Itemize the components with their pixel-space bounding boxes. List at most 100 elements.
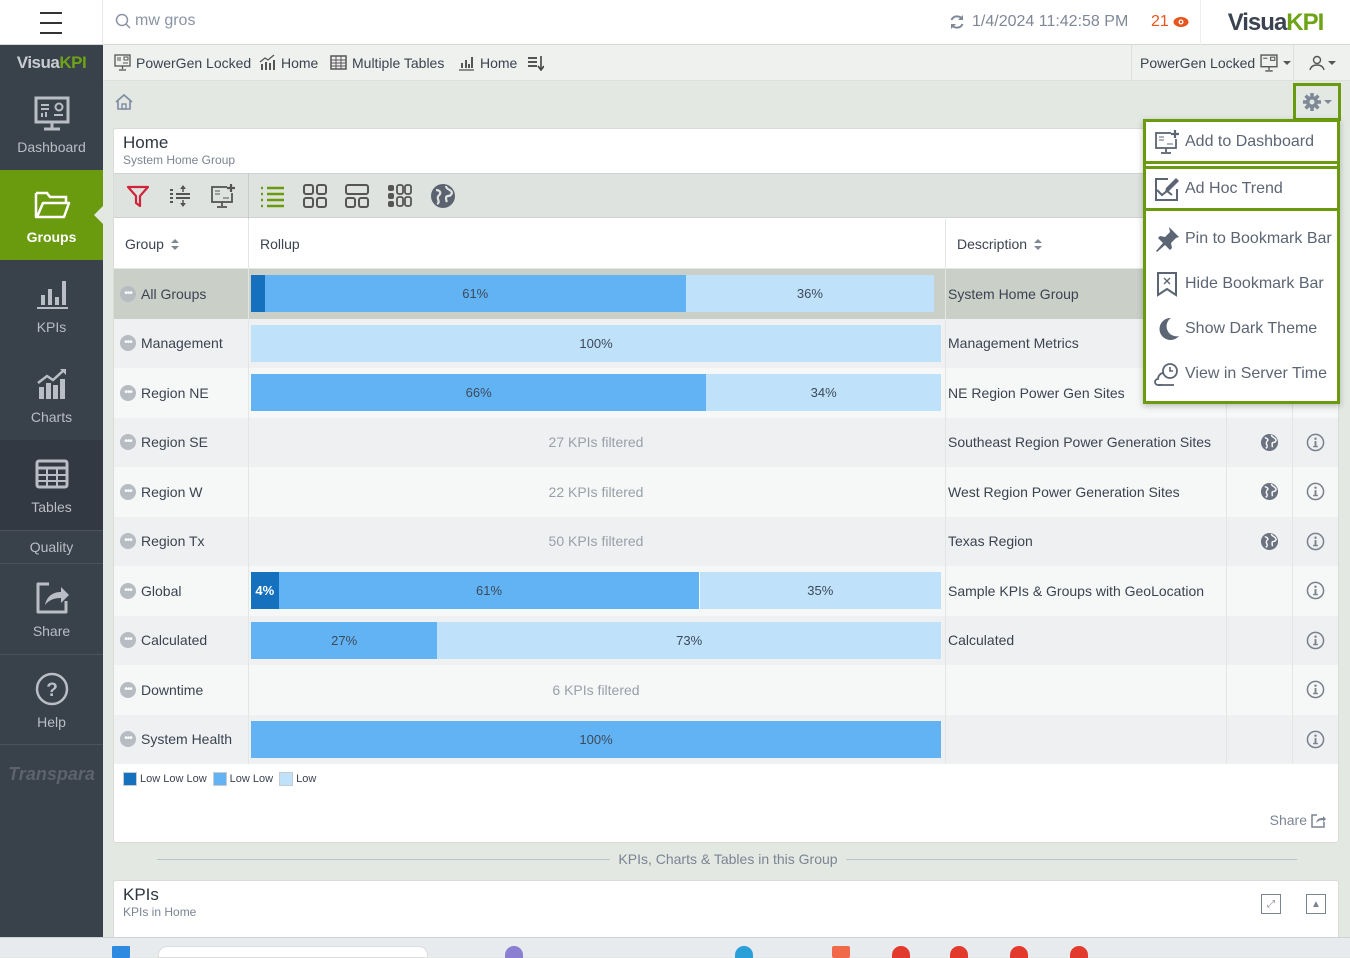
group-cell[interactable]: ••• Region SE xyxy=(120,418,208,468)
table-row[interactable]: ••• Region W 22 KPIs filtered West Regio… xyxy=(114,467,1338,517)
start-icon[interactable] xyxy=(112,946,130,958)
rollup-segment-low[interactable]: 36% xyxy=(685,275,935,312)
info-icon[interactable] xyxy=(1306,532,1325,551)
rollup-segment-low[interactable]: 100% xyxy=(251,324,941,362)
sidebar-item-groups[interactable]: Groups xyxy=(0,170,103,260)
column-group[interactable]: Group xyxy=(125,219,180,269)
search-input[interactable]: mw gros xyxy=(135,12,195,30)
group-cell[interactable]: ••• Region NE xyxy=(120,368,209,418)
rollup-bar[interactable]: 27 KPIs filtered xyxy=(251,424,941,461)
rollup-bar[interactable]: 50 KPIs filtered xyxy=(251,523,941,560)
rollup-segment-low-low-low[interactable] xyxy=(251,275,265,312)
menu-item-add-to-dashboard[interactable]: Add to Dashboard xyxy=(1143,119,1340,164)
more-options-icon[interactable]: ••• xyxy=(120,434,136,451)
table-row[interactable]: ••• Calculated 27% 73% Calculated xyxy=(114,615,1338,665)
taskbar-app-icon[interactable] xyxy=(1010,946,1028,958)
taskbar-app-icon[interactable] xyxy=(1070,946,1088,958)
rollup-segment-low[interactable]: 73% xyxy=(437,621,941,659)
bookmark-home-chart[interactable]: Home xyxy=(259,54,318,71)
tile-view-button[interactable] xyxy=(301,182,329,210)
column-description[interactable]: Description xyxy=(957,219,1043,269)
table-row[interactable]: ••• Region SE 27 KPIs filtered Southeast… xyxy=(114,417,1338,468)
group-name[interactable]: Region NE xyxy=(141,385,209,401)
dashboard-selector[interactable]: PowerGen Locked xyxy=(1131,45,1292,81)
row-height-button[interactable] xyxy=(166,182,194,210)
rollup-bar[interactable]: 6 KPIs filtered xyxy=(251,671,941,708)
rollup-bar[interactable]: 100% xyxy=(251,324,941,362)
group-cell[interactable]: ••• Management xyxy=(120,319,223,369)
taskbar-app-icon[interactable] xyxy=(892,946,910,958)
menu-button[interactable] xyxy=(0,0,103,45)
rollup-bar[interactable]: 100% xyxy=(251,720,941,758)
group-name[interactable]: Management xyxy=(141,335,223,351)
bookmark-home-kpi[interactable]: Home xyxy=(458,54,517,71)
menu-item-ad-hoc-trend[interactable]: Ad Hoc Trend xyxy=(1143,166,1340,211)
group-name[interactable]: Downtime xyxy=(141,682,203,698)
group-cell[interactable]: ••• All Groups xyxy=(120,269,206,319)
more-options-icon[interactable]: ••• xyxy=(120,731,136,748)
group-cell[interactable]: ••• Region W xyxy=(120,467,202,517)
sidebar-item-dashboard[interactable]: Dashboard xyxy=(0,80,103,170)
rollup-segment-low-low[interactable]: 100% xyxy=(251,720,941,758)
info-icon[interactable] xyxy=(1306,433,1325,452)
rollup-bar[interactable]: 22 KPIs filtered xyxy=(251,473,941,510)
list-view-button[interactable] xyxy=(258,182,286,210)
rollup-bar[interactable]: 4% 61% 35% xyxy=(251,572,941,609)
map-view-button[interactable] xyxy=(429,182,457,210)
sidebar-item-share[interactable]: Share xyxy=(0,564,103,654)
group-name[interactable]: System Health xyxy=(141,731,232,747)
rollup-bar[interactable]: 66% 34% xyxy=(251,374,941,411)
more-options-icon[interactable]: ••• xyxy=(120,285,136,302)
info-icon[interactable] xyxy=(1306,680,1325,699)
table-row[interactable]: ••• Region Tx 50 KPIs filtered Texas Reg… xyxy=(114,516,1338,567)
more-options-icon[interactable]: ••• xyxy=(120,681,136,698)
taskbar-app-icon[interactable] xyxy=(832,946,850,958)
share-link[interactable]: Share xyxy=(1270,812,1326,828)
user-menu-button[interactable] xyxy=(1293,45,1350,81)
rollup-segment-low-low[interactable]: 27% xyxy=(251,621,438,659)
more-options-icon[interactable]: ••• xyxy=(120,335,136,352)
more-options-icon[interactable]: ••• xyxy=(120,483,136,500)
group-cell[interactable]: ••• Downtime xyxy=(120,665,203,715)
table-row[interactable]: ••• Global 4% 61% 35% Sample KPIs & Groups… xyxy=(114,566,1338,616)
info-icon[interactable] xyxy=(1306,581,1325,600)
expand-button[interactable]: ⤢ xyxy=(1261,894,1281,914)
more-options-icon[interactable]: ••• xyxy=(120,533,136,550)
menu-item-show-dark-theme[interactable]: Show Dark Theme xyxy=(1146,306,1337,351)
bookmark-powergen-locked[interactable]: PowerGen Locked xyxy=(114,54,251,71)
rollup-segment-low-low[interactable]: 61% xyxy=(264,275,686,312)
group-name[interactable]: All Groups xyxy=(141,286,206,302)
group-name[interactable]: Region SE xyxy=(141,434,208,450)
wide-tile-view-button[interactable] xyxy=(343,182,371,210)
info-icon[interactable] xyxy=(1306,730,1325,749)
taskbar-search[interactable] xyxy=(158,946,428,958)
group-name[interactable]: Global xyxy=(141,583,181,599)
group-cell[interactable]: ••• Global xyxy=(120,566,181,616)
group-cell[interactable]: ••• Region Tx xyxy=(120,517,205,567)
taskbar-app-icon[interactable] xyxy=(950,946,968,958)
info-icon[interactable] xyxy=(1306,631,1325,650)
search-field[interactable]: mw gros xyxy=(115,12,195,30)
menu-item-view-in-server-time[interactable]: View in Server Time xyxy=(1146,351,1337,396)
alerts-button[interactable]: 21 xyxy=(1151,13,1189,31)
globe-icon[interactable] xyxy=(1260,532,1279,551)
sidebar-item-tables[interactable]: Tables xyxy=(0,440,103,530)
settings-menu-button[interactable] xyxy=(1293,83,1341,121)
filter-button[interactable] xyxy=(124,182,152,210)
sidebar-item-quality[interactable]: Quality xyxy=(0,530,103,564)
collapse-button[interactable]: ▲ xyxy=(1306,894,1326,914)
add-to-dashboard-button[interactable] xyxy=(209,182,237,210)
bookmark-sort-button[interactable] xyxy=(527,54,544,71)
menu-item-hide-bookmark-bar[interactable]: Hide Bookmark Bar xyxy=(1146,261,1337,306)
sidebar-item-kpis[interactable]: KPIs xyxy=(0,260,103,350)
taskbar-app-icon[interactable] xyxy=(505,946,523,958)
rollup-bar[interactable]: 61% 36% xyxy=(251,275,941,312)
globe-icon[interactable] xyxy=(1260,433,1279,452)
group-name[interactable]: Region W xyxy=(141,484,202,500)
sidebar-item-help[interactable]: ? Help xyxy=(0,654,103,744)
group-name[interactable]: Calculated xyxy=(141,632,207,648)
group-cell[interactable]: ••• System Health xyxy=(120,715,232,765)
rollup-segment-low-low-low[interactable]: 4% xyxy=(251,572,279,609)
table-row[interactable]: ••• System Health 100% xyxy=(114,714,1338,765)
more-options-icon[interactable]: ••• xyxy=(120,632,136,649)
